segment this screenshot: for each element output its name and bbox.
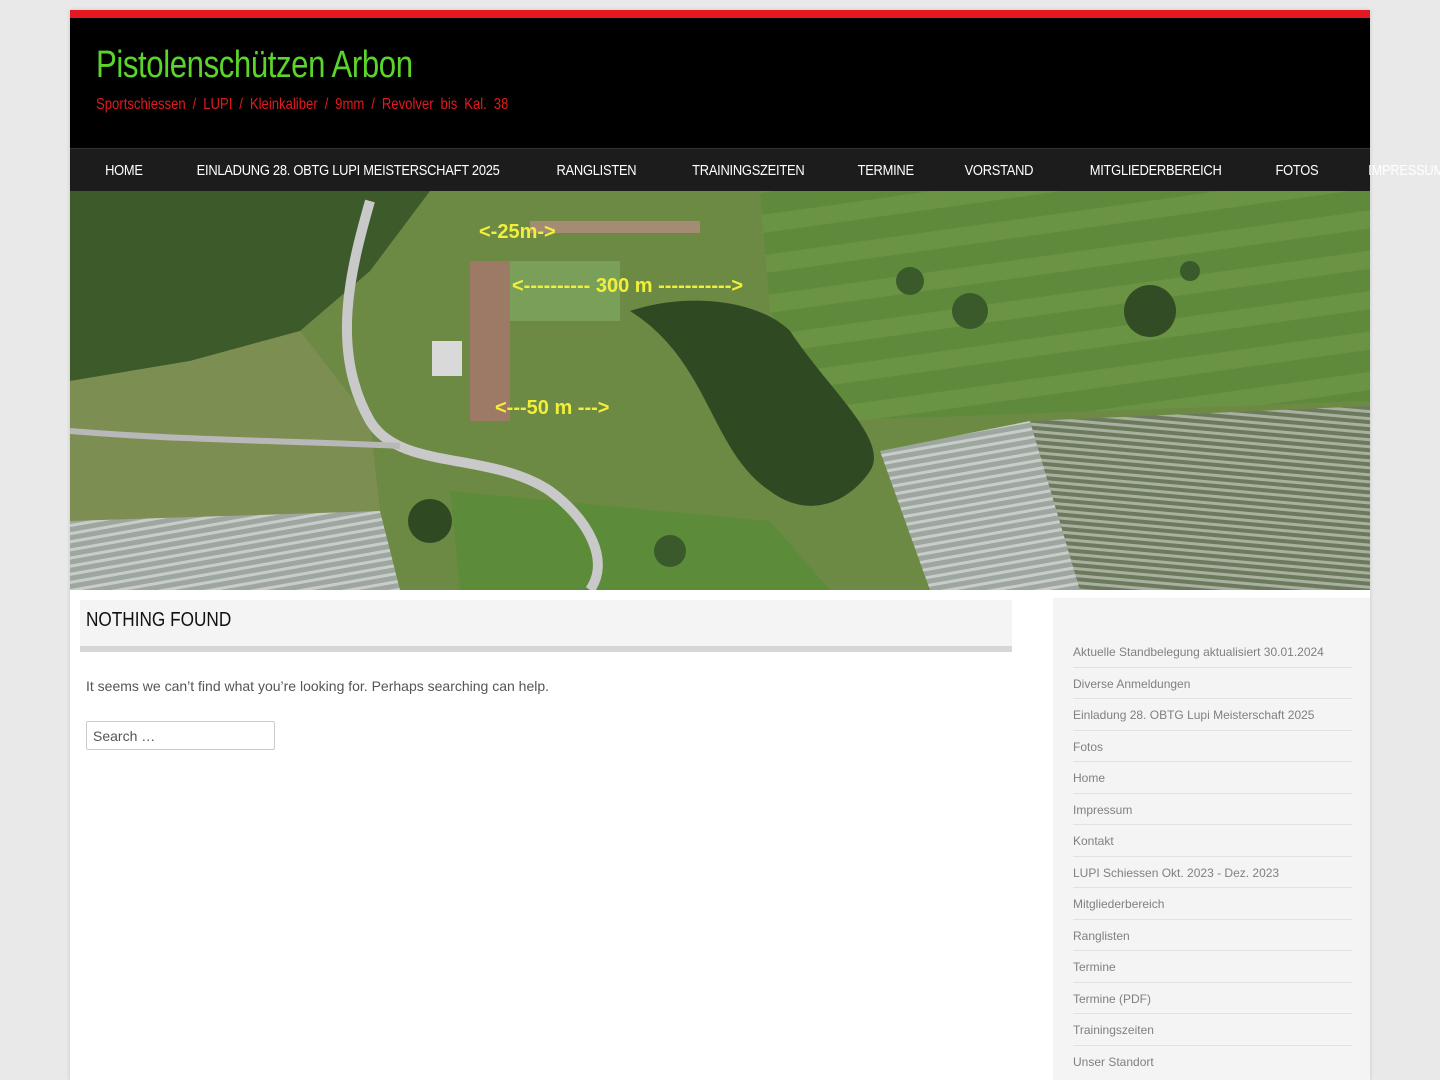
- site-description: Sportschiessen / LUPI / Kleinkaliber / 9…: [96, 96, 509, 113]
- nav-item-termine[interactable]: Termine: [841, 162, 932, 179]
- sidebar-item-mitgliederbereich[interactable]: Mitgliederbereich: [1073, 888, 1352, 920]
- not-found-message: It seems we can’t find what you’re looki…: [86, 678, 550, 694]
- sidebar-item-impressum[interactable]: Impressum: [1073, 794, 1352, 825]
- nav-item-mitgliederbereich[interactable]: Mitgliederbereich: [1072, 162, 1238, 179]
- sidebar-item-lupi-schiessen[interactable]: LUPI Schiessen Okt. 2023 - Dez. 2023: [1073, 857, 1352, 888]
- site-header: Pistolenschützen Arbon Sportschiessen / …: [70, 18, 1370, 148]
- nav-item-trainingszeiten[interactable]: Trainingszeiten: [675, 162, 822, 179]
- sidebar-item-standbelegung[interactable]: Aktuelle Standbelegung aktualisiert 30.0…: [1073, 636, 1352, 668]
- sidebar-item-unser-standort[interactable]: Unser Standort: [1073, 1046, 1352, 1078]
- banner-label-300m: <---------- 300 m ----------->: [512, 275, 743, 297]
- search-input[interactable]: [86, 721, 275, 750]
- sidebar-item-fotos[interactable]: Fotos: [1073, 731, 1352, 762]
- nav-item-home[interactable]: Home: [88, 162, 160, 179]
- sidebar-item-kontakt[interactable]: Kontakt: [1073, 825, 1352, 857]
- nav-item-vorstand[interactable]: Vorstand: [947, 162, 1050, 179]
- sidebar-item-einladung[interactable]: Einladung 28. OBTG Lupi Meisterschaft 20…: [1073, 699, 1352, 731]
- nav-item-fotos[interactable]: Fotos: [1258, 162, 1335, 179]
- top-accent-bar: [70, 10, 1370, 18]
- page-title: Nothing Found: [86, 609, 232, 631]
- sidebar-item-diverse-anmeldungen[interactable]: Diverse Anmeldungen: [1073, 668, 1352, 699]
- banner-label-50m: <---50 m --->: [495, 397, 609, 419]
- banner-label-25m: <-25m->: [479, 221, 556, 243]
- sidebar-item-termine-pdf[interactable]: Termine (PDF): [1073, 983, 1352, 1014]
- nav-item-einladung[interactable]: Einladung 28. OBTG Lupi Meisterschaft 20…: [191, 162, 504, 179]
- page-wrapper: Pistolenschützen Arbon Sportschiessen / …: [70, 10, 1440, 1080]
- sidebar-item-trainingszeiten[interactable]: Trainingszeiten: [1073, 1014, 1352, 1046]
- nav-item-impressum[interactable]: Impressum: [1351, 162, 1440, 179]
- main-content: Nothing Found It seems we can’t find wha…: [80, 600, 1012, 750]
- site-title[interactable]: Pistolenschützen Arbon: [96, 44, 413, 87]
- sidebar-pages-widget: Aktuelle Standbelegung aktualisiert 30.0…: [1053, 598, 1370, 1080]
- header-aerial-image: <-25m-> <---------- 300 m -----------> <…: [70, 191, 1370, 590]
- nav-item-ranglisten[interactable]: Ranglisten: [539, 162, 653, 179]
- sidebar-item-ranglisten[interactable]: Ranglisten: [1073, 920, 1352, 951]
- pages-list: Aktuelle Standbelegung aktualisiert 30.0…: [1073, 636, 1352, 1077]
- main-navigation: Home Einladung 28. OBTG Lupi Meisterscha…: [70, 148, 1440, 191]
- page-header: Nothing Found: [80, 600, 1012, 652]
- aerial-photo-illustration: <-25m-> <---------- 300 m -----------> <…: [70, 191, 1370, 590]
- sidebar-item-termine[interactable]: Termine: [1073, 951, 1352, 983]
- sidebar-item-home[interactable]: Home: [1073, 762, 1352, 794]
